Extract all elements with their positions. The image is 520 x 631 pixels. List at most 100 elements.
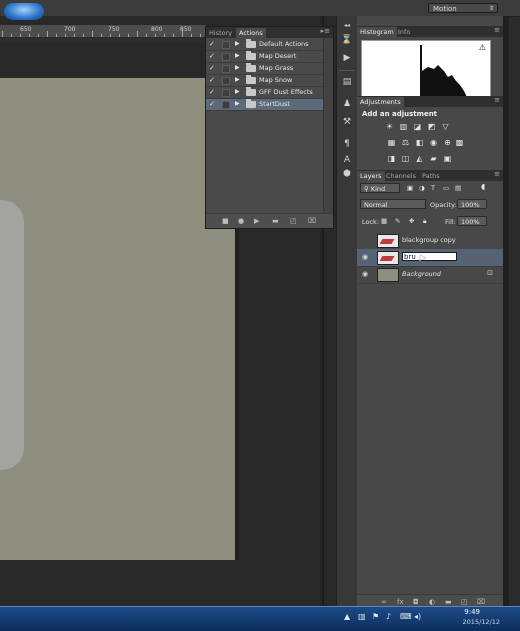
checkmark-icon[interactable]: ✓ — [209, 64, 215, 72]
tab-actions[interactable]: Actions — [236, 28, 266, 38]
clock-time[interactable]: 9:49 — [464, 608, 480, 616]
dialog-toggle-box[interactable] — [222, 89, 230, 97]
filter-shape-icon[interactable]: ▭ — [443, 184, 449, 192]
tab-layers[interactable]: Layers — [357, 171, 385, 181]
action-set-row[interactable]: ✓ ▶ Map Desert — [206, 51, 323, 63]
volume-icon[interactable]: ♪ — [386, 612, 391, 621]
speaker-icon[interactable]: ◂) — [414, 612, 421, 621]
expand-triangle-icon[interactable]: ▶ — [235, 76, 240, 83]
expand-triangle-icon[interactable]: ▶ — [235, 40, 240, 47]
right-scrollbar[interactable] — [503, 16, 509, 606]
network-icon[interactable]: ▥ — [358, 612, 366, 621]
visibility-toggle-off[interactable] — [360, 235, 370, 245]
action-set-row[interactable]: ✓ ▶ Map Grass — [206, 63, 323, 75]
vibrance-icon[interactable]: ▽ — [441, 122, 450, 131]
exposure-icon[interactable]: ◩ — [427, 122, 436, 131]
checkmark-icon[interactable]: ✓ — [209, 40, 215, 48]
color-balance-icon[interactable]: ⚖ — [401, 138, 410, 147]
collapse-arrows-icon[interactable]: ◂◂ — [341, 20, 353, 32]
expand-triangle-icon[interactable]: ▶ — [235, 64, 240, 71]
panel-menu-icon[interactable]: ≡ — [494, 26, 500, 34]
action-set-row[interactable]: ✓ ▶ GFF Dust Effects — [206, 87, 323, 99]
dialog-toggle-box[interactable] — [222, 41, 230, 49]
opacity-field[interactable]: 100% — [457, 199, 487, 209]
checkmark-icon[interactable]: ✓ — [209, 76, 215, 84]
actions-scrollbar[interactable] — [323, 38, 333, 214]
filter-smart-icon[interactable]: ▤ — [455, 184, 461, 192]
action-center-icon[interactable]: ⚑ — [372, 612, 379, 621]
new-group-icon[interactable]: ▬ — [445, 598, 452, 606]
character-icon[interactable]: A — [341, 154, 353, 166]
filter-pixel-icon[interactable]: ▣ — [407, 184, 413, 192]
panel-menu-icon[interactable]: ≡ — [494, 170, 500, 178]
tool-presets-icon[interactable]: ⚒ — [341, 116, 353, 128]
invert-icon[interactable]: ◨ — [387, 154, 396, 163]
warning-icon[interactable]: ⚠ — [479, 43, 486, 52]
expand-triangle-icon[interactable]: ▶ — [235, 88, 240, 95]
dialog-toggle-box[interactable] — [222, 101, 230, 109]
layer-rename-input[interactable]: bru — [402, 252, 457, 261]
action-set-row[interactable]: ✓ ▶ Default Actions — [206, 39, 323, 51]
start-button[interactable] — [4, 3, 44, 20]
clone-source-icon[interactable]: ♟ — [341, 98, 353, 110]
fill-field[interactable]: 100% — [457, 216, 487, 226]
tab-history[interactable]: History — [206, 28, 235, 38]
actions-play-icon[interactable]: ▶ — [341, 52, 353, 64]
filter-type-icon[interactable]: T — [431, 184, 435, 192]
color-lookup-icon[interactable]: ▩ — [455, 138, 464, 147]
lock-brush-icon[interactable]: ✎ — [395, 217, 400, 225]
dialog-toggle-box[interactable] — [222, 53, 230, 61]
gradient-map-icon[interactable]: ▰ — [429, 154, 438, 163]
checkmark-icon[interactable]: ✓ — [209, 52, 215, 60]
tab-info[interactable]: Info — [395, 27, 413, 37]
workspace-switcher[interactable]: Motion ⇕ — [428, 3, 498, 13]
dialog-toggle-box[interactable] — [222, 77, 230, 85]
new-action-icon[interactable]: ◰ — [290, 217, 297, 225]
threshold-icon[interactable]: ◭ — [415, 154, 424, 163]
checkmark-icon[interactable]: ✓ — [209, 100, 215, 108]
hue-saturation-icon[interactable]: ▦ — [387, 138, 396, 147]
add-mask-icon[interactable]: ◘ — [413, 598, 419, 606]
levels-icon[interactable]: ▥ — [399, 122, 408, 131]
lock-transparent-icon[interactable]: ▦ — [381, 217, 387, 225]
blend-mode-select[interactable]: Normal — [360, 199, 426, 209]
tab-histogram[interactable]: Histogram — [357, 27, 397, 37]
posterize-icon[interactable]: ◫ — [401, 154, 410, 163]
layer-filter-select[interactable]: ⚲ Kind — [360, 183, 400, 193]
clock-date[interactable]: 2015/12/12 — [463, 618, 500, 626]
curves-icon[interactable]: ◪ — [413, 122, 422, 131]
layer-row-selected[interactable]: ◉ bru — [357, 249, 503, 267]
action-set-row[interactable]: ✓ ▶ Map Snow — [206, 75, 323, 87]
brightness-icon[interactable]: ☀ — [385, 122, 394, 131]
expand-triangle-icon[interactable]: ▶ — [235, 52, 240, 59]
photo-filter-icon[interactable]: ◉ — [429, 138, 438, 147]
eye-icon[interactable]: ◉ — [360, 269, 370, 279]
tray-expand-icon[interactable]: ▲ — [344, 612, 350, 621]
play-icon[interactable]: ▶ — [254, 217, 259, 225]
layer-row[interactable]: blackgroup copy — [357, 232, 503, 250]
trash-icon[interactable]: ⌧ — [477, 598, 485, 606]
tab-paths[interactable]: Paths — [419, 171, 443, 181]
layer-style-icon[interactable]: fx — [397, 598, 404, 606]
black-white-icon[interactable]: ◧ — [415, 138, 424, 147]
paragraph-icon[interactable]: ¶ — [341, 138, 353, 150]
filter-toggle-icon[interactable]: ◖ — [481, 182, 485, 191]
record-icon[interactable]: ● — [238, 217, 244, 225]
link-layers-icon[interactable]: ∞ — [381, 598, 387, 606]
channel-mixer-icon[interactable]: ⊕ — [443, 138, 452, 147]
panel-menu-icon[interactable]: ▸≡ — [321, 27, 330, 35]
new-adjustment-icon[interactable]: ◐ — [429, 598, 435, 606]
history-icon[interactable]: ⌛ — [341, 34, 353, 46]
brush-preset-icon[interactable]: ▤ — [341, 76, 353, 88]
new-set-folder-icon[interactable]: ▬ — [272, 217, 279, 225]
lock-all-icon[interactable]: 🔒︎ — [423, 217, 426, 226]
tab-adjustments[interactable]: Adjustments — [357, 97, 404, 107]
expand-triangle-icon[interactable]: ▶ — [235, 100, 240, 107]
3d-cube-icon[interactable]: ⬢ — [341, 168, 353, 180]
new-layer-icon[interactable]: ◰ — [461, 598, 468, 606]
selective-color-icon[interactable]: ▣ — [443, 154, 452, 163]
dialog-toggle-box[interactable] — [222, 65, 230, 73]
keyboard-icon[interactable]: ⌨ — [400, 612, 412, 621]
eye-icon[interactable]: ◉ — [360, 252, 370, 262]
document-canvas[interactable] — [0, 78, 235, 560]
